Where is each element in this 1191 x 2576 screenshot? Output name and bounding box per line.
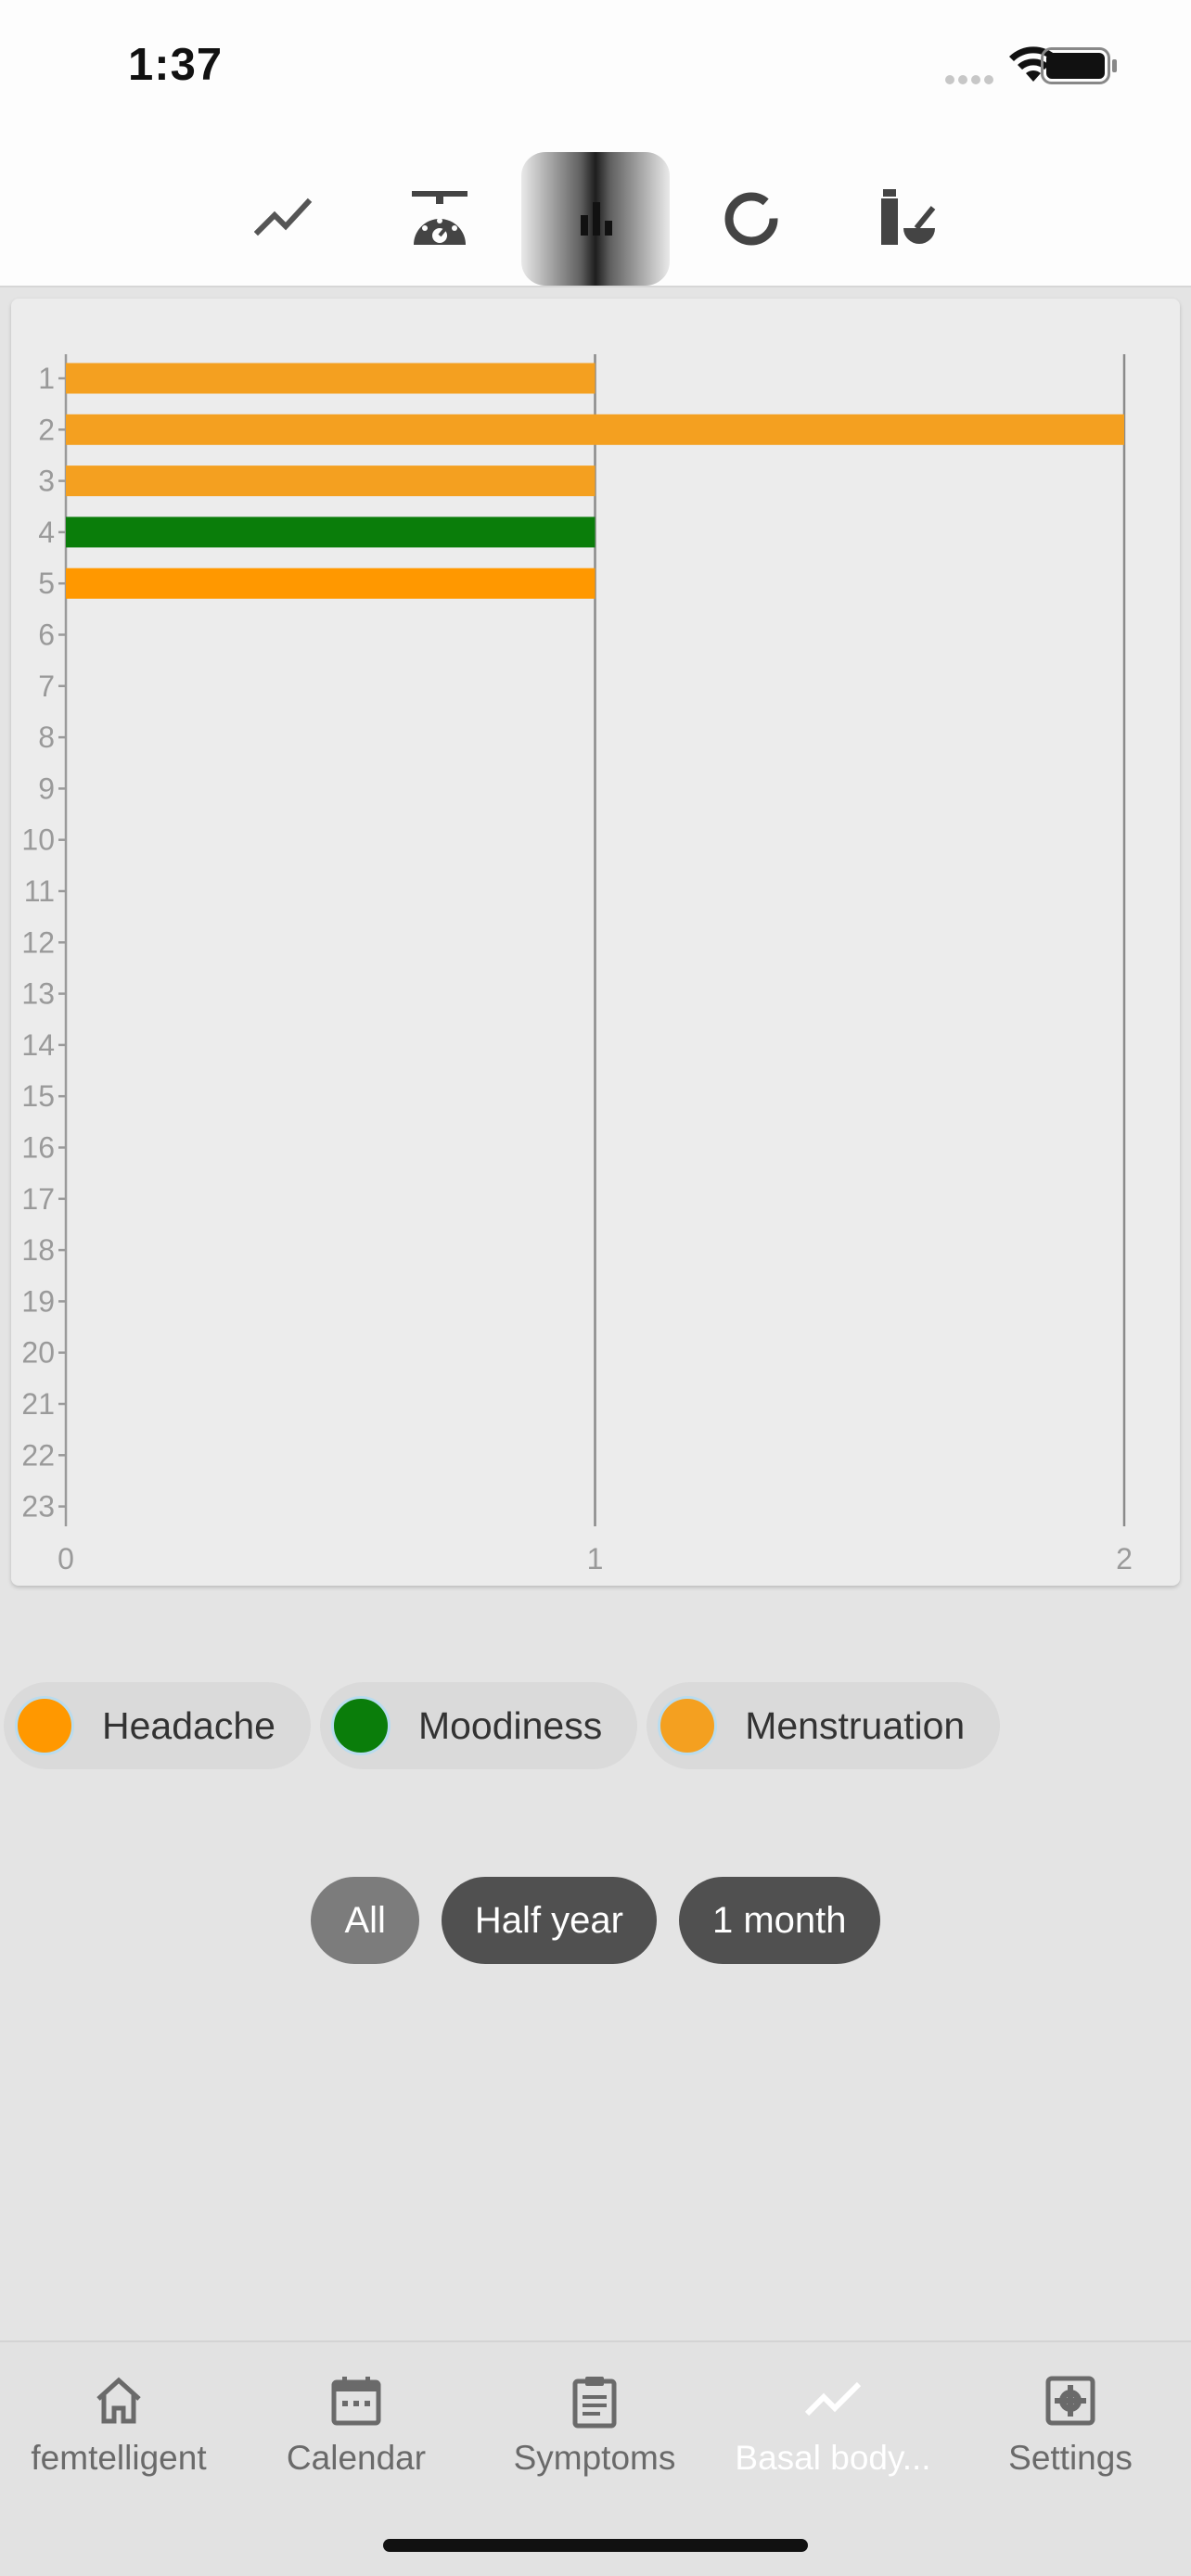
y-tick-label: 22 — [21, 1438, 55, 1472]
legend-swatch — [15, 1696, 74, 1755]
battery-icon — [1041, 47, 1117, 84]
legend-item-moodiness[interactable]: Moodiness — [319, 1682, 638, 1769]
nav-label: Basal body... — [735, 2439, 931, 2477]
legend-label: Moodiness — [417, 1703, 603, 1747]
nav-item-symptoms[interactable]: Symptoms — [476, 2368, 713, 2507]
nav-label: Symptoms — [513, 2439, 676, 2477]
nav-item-basal-body[interactable]: Basal body... — [714, 2368, 952, 2507]
y-tick-label: 3 — [38, 465, 55, 498]
x-tick-label: 0 — [58, 1542, 74, 1575]
y-tick-label: 13 — [21, 977, 55, 1011]
nav-item-home[interactable]: femtelligent — [0, 2368, 237, 2507]
nav-label: Settings — [1008, 2439, 1133, 2477]
y-tick-label: 20 — [21, 1336, 55, 1370]
tab-medication[interactable] — [833, 152, 981, 286]
calendar-icon — [331, 2377, 381, 2426]
tab-donut-chart[interactable] — [677, 152, 826, 286]
chart-type-tabs — [0, 139, 1191, 287]
nav-item-settings[interactable]: Settings — [952, 2368, 1189, 2507]
bar-menstruation-1 — [66, 363, 596, 394]
tab-weight[interactable] — [365, 152, 514, 286]
y-tick-label: 17 — [21, 1182, 55, 1216]
line-chart-icon — [804, 2381, 862, 2417]
y-tick-label: 12 — [21, 925, 55, 959]
x-tick-label: 1 — [587, 1542, 604, 1575]
nav-item-calendar[interactable]: Calendar — [237, 2368, 475, 2507]
cellular-signal-icon — [945, 72, 1001, 84]
nav-label: femtelligent — [31, 2439, 207, 2477]
clipboard-icon — [572, 2377, 617, 2429]
legend-label: Headache — [102, 1703, 275, 1747]
tab-bar-chart[interactable] — [521, 152, 670, 286]
bar-chart-icon — [581, 202, 612, 236]
y-tick-label: 4 — [38, 516, 55, 549]
status-time: 1:37 — [128, 40, 224, 90]
home-icon — [96, 2377, 141, 2424]
y-tick-label: 23 — [21, 1490, 55, 1524]
y-tick-label: 7 — [38, 670, 55, 703]
legend-item-headache[interactable]: Headache — [4, 1682, 311, 1769]
y-tick-label: 2 — [38, 413, 55, 446]
y-tick-label: 8 — [38, 721, 55, 754]
y-tick-label: 9 — [38, 772, 55, 805]
legend-label: Menstruation — [745, 1703, 966, 1747]
y-tick-label: 21 — [21, 1387, 55, 1421]
nav-label: Calendar — [286, 2439, 427, 2477]
legend-swatch — [658, 1696, 718, 1755]
donut-chart-icon — [724, 192, 778, 246]
legend-item-menstruation[interactable]: Menstruation — [647, 1682, 1001, 1769]
legend-swatch — [330, 1696, 391, 1755]
filter-all-button[interactable]: All — [311, 1877, 419, 1964]
x-tick-label: 2 — [1116, 1542, 1133, 1575]
bar-headache-5 — [66, 567, 596, 599]
y-tick-label: 18 — [21, 1233, 55, 1267]
bar-menstruation-3 — [66, 465, 596, 497]
bar-moodiness-4 — [66, 516, 596, 548]
y-tick-label: 6 — [38, 618, 55, 652]
chart-legend: Headache Moodiness Menstruation — [4, 1682, 1001, 1771]
settings-icon — [1045, 2376, 1095, 2426]
y-tick-label: 19 — [21, 1284, 55, 1318]
y-tick-label: 14 — [21, 1028, 55, 1062]
period-filter-group: All Half year 1 month — [0, 1877, 1191, 1966]
chart-card: 0 1 2 1 2 3 4 5 6 7 8 9 10 11 12 13 14 15 16 17 18 19 20 21 22 23 — [11, 299, 1180, 1586]
y-tick-label: 5 — [38, 567, 55, 600]
y-tick-label: 16 — [21, 1131, 55, 1165]
bar-menstruation-2 — [66, 414, 1124, 445]
tab-line-chart[interactable] — [210, 152, 358, 286]
y-tick-label: 1 — [38, 362, 55, 395]
y-tick-label: 15 — [21, 1079, 55, 1113]
filter-half-year-button[interactable]: Half year — [441, 1877, 657, 1964]
y-tick-label: 10 — [21, 823, 55, 857]
y-tick-label: 11 — [24, 874, 55, 908]
bar-chart: 0 1 21234567891011121314151617181920212223 — [21, 354, 1133, 1575]
scale-icon — [412, 191, 467, 245]
mortar-pestle-icon — [881, 189, 936, 245]
line-chart-icon — [254, 198, 313, 236]
filter-1-month-button[interactable]: 1 month — [678, 1877, 880, 1964]
status-bar: 1:37 — [0, 0, 1191, 139]
home-indicator — [383, 2539, 808, 2552]
